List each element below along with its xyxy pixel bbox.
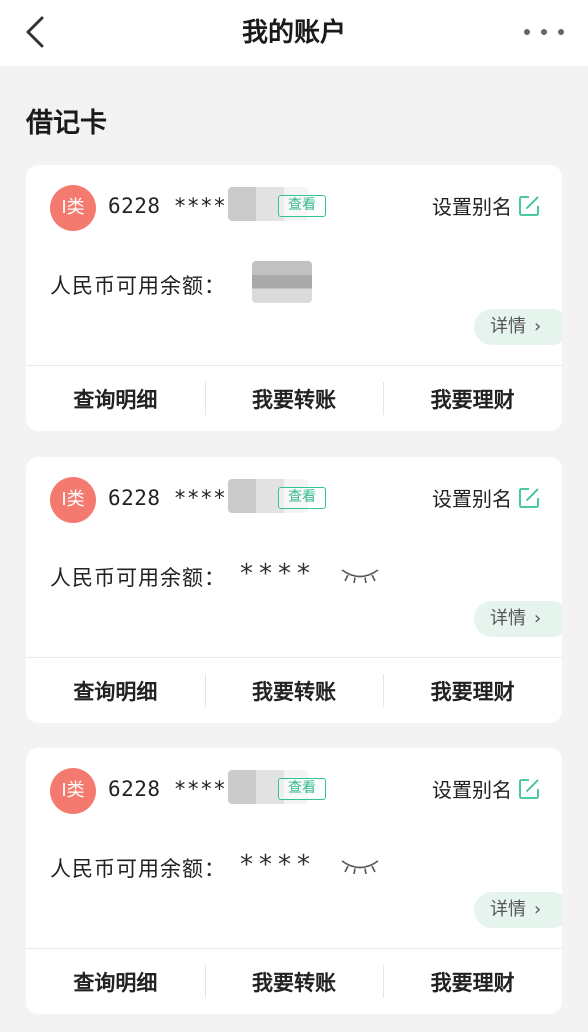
more-button[interactable] (524, 22, 564, 42)
chevron-right-icon: › (534, 316, 542, 337)
detail-label: 详情 (490, 608, 526, 629)
set-alias-button[interactable]: 设置别名 (432, 776, 512, 804)
card-actions: 查询明细 我要转账 我要理财 (26, 658, 562, 723)
balance-label: 人民币可用余额： (50, 857, 226, 881)
query-details-button[interactable]: 查询明细 (26, 658, 205, 723)
hidden-balance: **** (240, 850, 316, 880)
edit-icon[interactable] (518, 487, 540, 509)
hidden-balance: **** (240, 559, 316, 589)
view-account-button[interactable]: 查看 (278, 778, 326, 800)
detail-button[interactable]: 详情 › (474, 892, 562, 928)
section-title: 借记卡 (26, 108, 107, 139)
view-account-button[interactable]: 查看 (278, 195, 326, 217)
account-card[interactable]: I类 6228 **** 查看 设置别名 人民币可用余额： **** 详情 › 查… (26, 748, 562, 1014)
wealth-management-button[interactable]: 我要理财 (383, 366, 562, 431)
account-type-badge: I类 (50, 477, 96, 523)
card-actions: 查询明细 我要转账 我要理财 (26, 949, 562, 1014)
transfer-button[interactable]: 我要转账 (204, 366, 384, 431)
detail-button[interactable]: 详情 › (474, 601, 562, 637)
wealth-management-button[interactable]: 我要理财 (383, 949, 562, 1014)
account-card[interactable]: I类 6228 **** 查看 设置别名 人民币可用余额： 详情 › 查询明细 我… (26, 165, 562, 431)
edit-icon[interactable] (518, 778, 540, 800)
query-details-button[interactable]: 查询明细 (26, 366, 205, 431)
balance-label: 人民币可用余额： (50, 566, 226, 590)
more-horizontal-icon (524, 29, 530, 35)
query-details-button[interactable]: 查询明细 (26, 949, 205, 1014)
balance-label: 人民币可用余额： (50, 274, 226, 298)
detail-button[interactable]: 详情 › (474, 309, 562, 345)
view-account-button[interactable]: 查看 (278, 487, 326, 509)
account-number: 6228 **** (108, 777, 227, 801)
set-alias-button[interactable]: 设置别名 (432, 485, 512, 513)
wealth-management-button[interactable]: 我要理财 (383, 658, 562, 723)
account-number: 6228 **** (108, 194, 227, 218)
card-actions: 查询明细 我要转账 我要理财 (26, 366, 562, 431)
masked-balance (252, 261, 312, 303)
set-alias-button[interactable]: 设置别名 (432, 193, 512, 221)
top-nav-bar: 我的账户 (0, 0, 588, 66)
page-title: 我的账户 (241, 18, 346, 48)
eye-closed-icon[interactable] (340, 856, 380, 876)
edit-icon[interactable] (518, 195, 540, 217)
transfer-button[interactable]: 我要转账 (204, 658, 384, 723)
eye-closed-icon[interactable] (340, 565, 380, 585)
chevron-right-icon: › (534, 608, 542, 629)
chevron-right-icon: › (534, 899, 542, 920)
detail-label: 详情 (490, 316, 526, 337)
account-card[interactable]: I类 6228 **** 查看 设置别名 人民币可用余额： **** 详情 › 查… (26, 457, 562, 723)
transfer-button[interactable]: 我要转账 (204, 949, 384, 1014)
detail-label: 详情 (490, 899, 526, 920)
account-type-badge: I类 (50, 768, 96, 814)
account-number: 6228 **** (108, 486, 227, 510)
account-type-badge: I类 (50, 185, 96, 231)
